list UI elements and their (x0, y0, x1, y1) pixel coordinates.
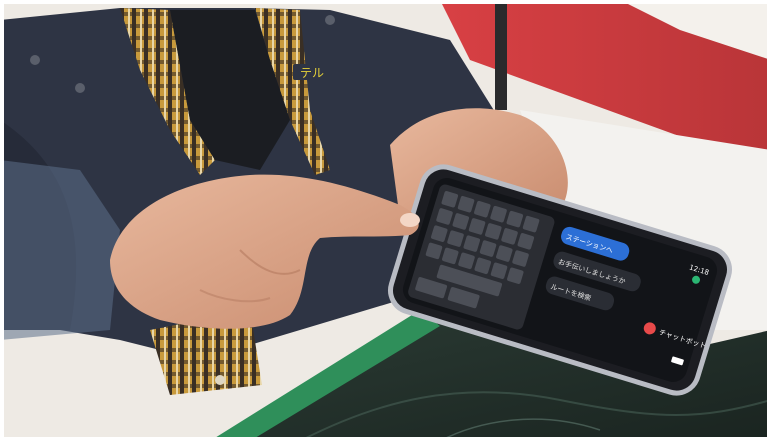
chair-leg (495, 0, 507, 110)
cuff-button (215, 375, 225, 385)
scene-illustration: テル ステーションへ お手伝いしましょうか ルートを検索 チャットボット 12:… (0, 0, 771, 441)
fingernail (400, 213, 420, 227)
jacket-button (30, 55, 40, 65)
jacket-button (75, 83, 85, 93)
photo-scene: テル ステーションへ お手伝いしましょうか ルートを検索 チャットボット 12:… (0, 0, 771, 441)
jacket-badge-text: テル (300, 66, 324, 80)
jacket-button (325, 15, 335, 25)
